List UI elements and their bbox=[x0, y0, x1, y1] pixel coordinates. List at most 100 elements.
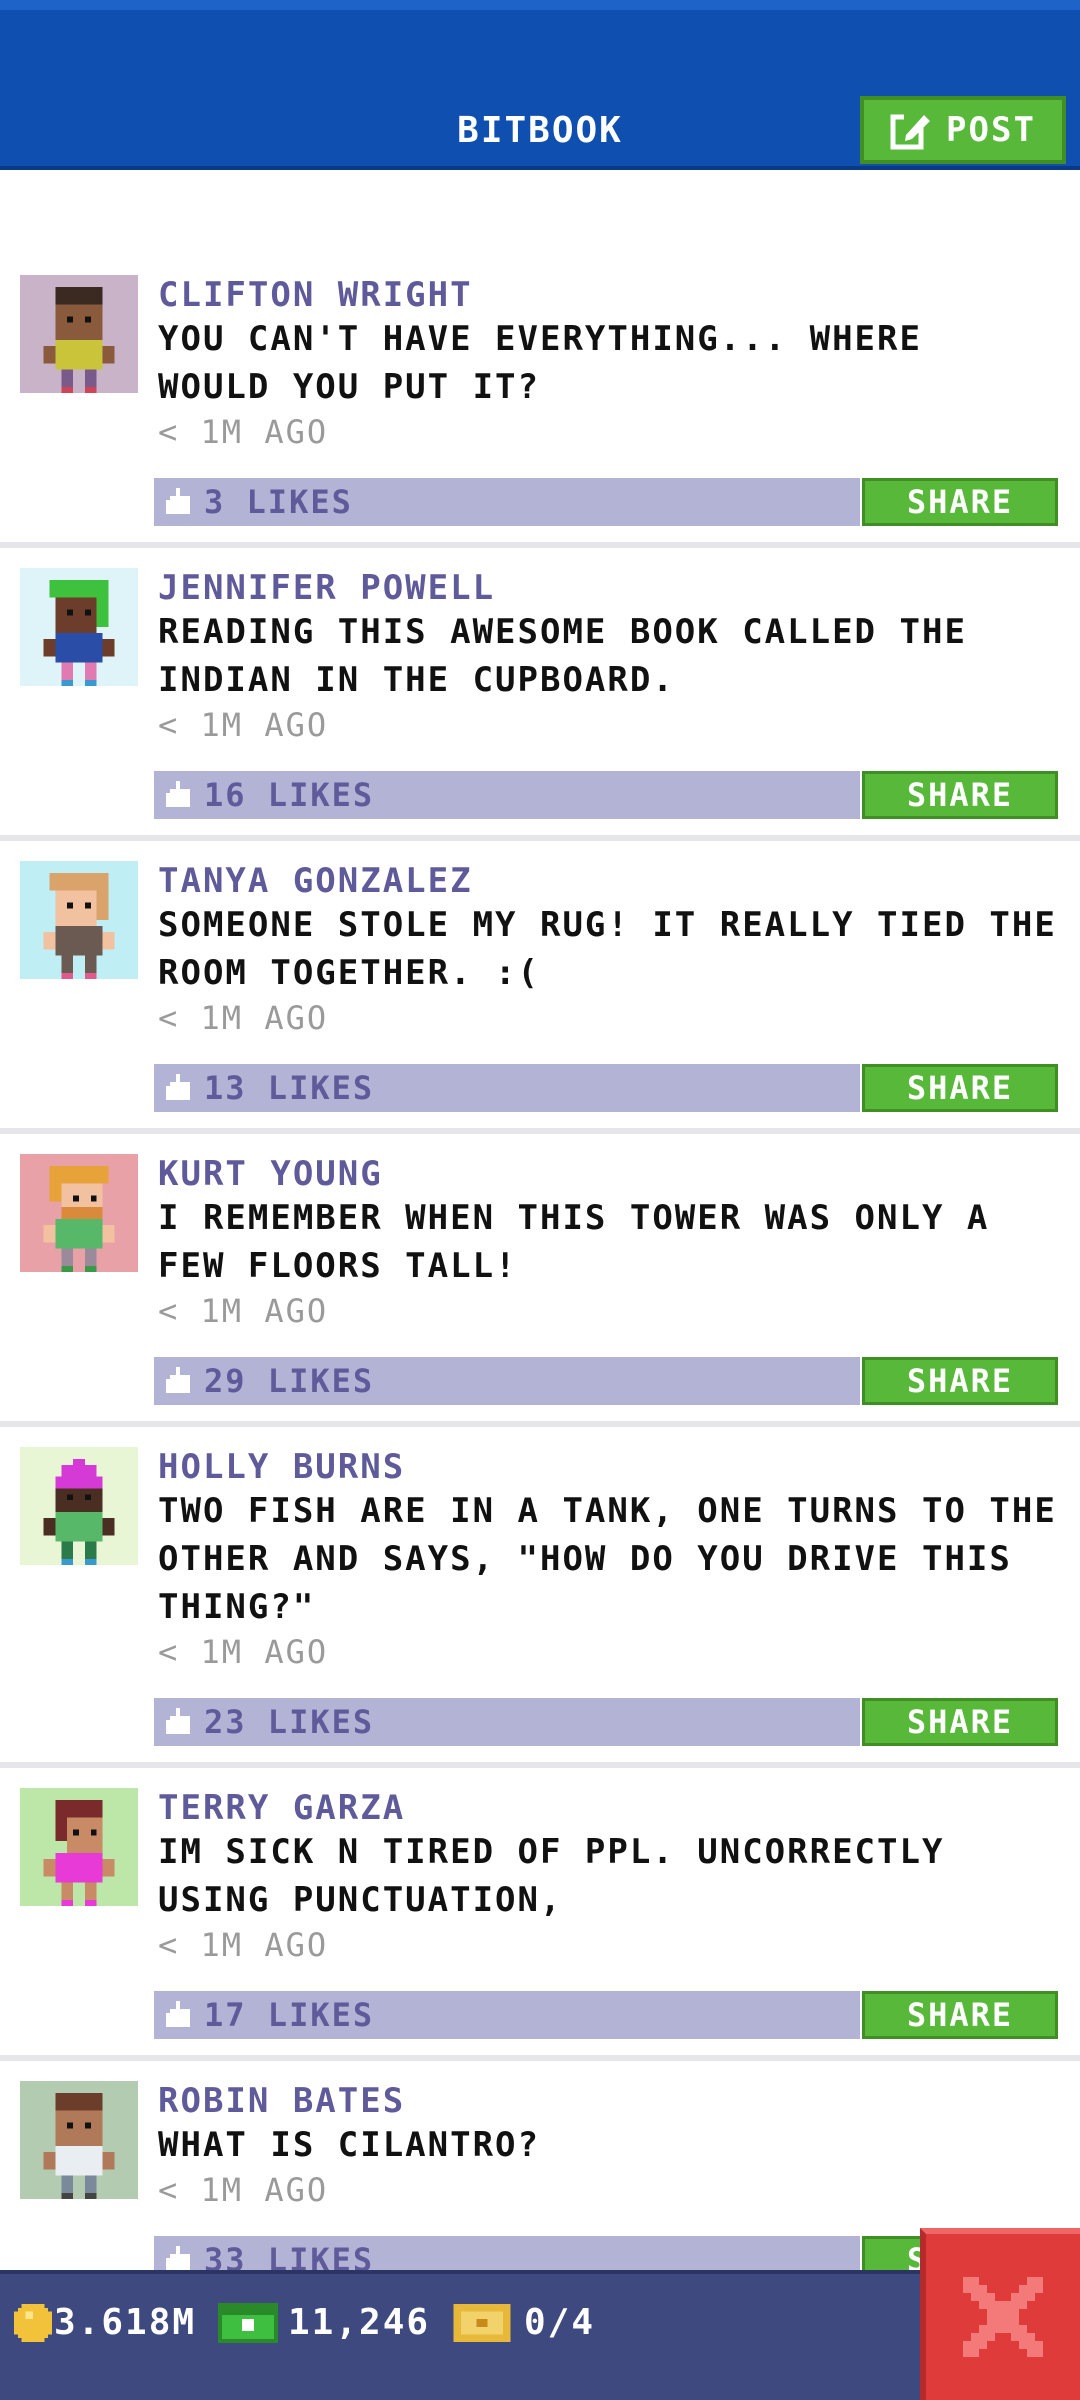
thumbs-up-icon bbox=[166, 781, 190, 807]
feed-list[interactable]: CLIFTON WRIGHT YOU CAN'T HAVE EVERYTHING… bbox=[0, 170, 1080, 2270]
divider bbox=[0, 835, 1080, 841]
post-message-line: OTHER AND SAYS, "HOW DO YOU DRIVE THIS bbox=[158, 1539, 1012, 1579]
close-button[interactable] bbox=[920, 2228, 1080, 2400]
feed-post: JENNIFER POWELL READING THIS AWESOME BOO… bbox=[0, 568, 1080, 858]
post-timestamp: < 1M AGO bbox=[158, 1633, 329, 1671]
tickets-value: 0/4 bbox=[524, 2302, 596, 2343]
thumbs-up-icon bbox=[166, 2246, 190, 2270]
post-message-line: THING?" bbox=[158, 1587, 316, 1627]
tickets-counter[interactable]: 0/4 bbox=[452, 2302, 595, 2343]
feed-post: TERRY GARZA IM SICK N TIRED OF PPL. UNCO… bbox=[0, 1788, 1080, 2078]
bux-value: 11,246 bbox=[288, 2302, 431, 2343]
likes-count: 3 LIKES bbox=[204, 483, 353, 521]
thumbs-up-icon bbox=[166, 2001, 190, 2027]
post-timestamp: < 1M AGO bbox=[158, 1926, 329, 1964]
post-author-name[interactable]: JENNIFER POWELL bbox=[158, 568, 495, 608]
likes-count: 17 LIKES bbox=[204, 1996, 375, 2034]
share-button[interactable]: SHARE bbox=[862, 1357, 1058, 1405]
status-bar: 3.618M 11,246 0/4 bbox=[0, 2270, 1080, 2400]
post-button-label: POST bbox=[946, 110, 1036, 150]
ticket-icon bbox=[453, 2303, 511, 2342]
coin-icon bbox=[14, 2303, 52, 2342]
like-button[interactable]: 13 LIKES bbox=[154, 1064, 860, 1112]
feed-post: KURT YOUNG I REMEMBER WHEN THIS TOWER WA… bbox=[0, 1154, 1080, 1444]
share-button[interactable]: SHARE bbox=[862, 771, 1058, 819]
thumbs-up-icon bbox=[166, 1708, 190, 1734]
post-author-name[interactable]: TERRY GARZA bbox=[158, 1788, 405, 1828]
thumbs-up-icon bbox=[166, 1074, 190, 1100]
divider bbox=[0, 2055, 1080, 2061]
avatar[interactable] bbox=[20, 568, 138, 686]
coins-value: 3.618M bbox=[54, 2302, 197, 2343]
like-button[interactable]: 3 LIKES bbox=[154, 478, 860, 526]
post-message-line: IM SICK N TIRED OF PPL. UNCORRECTLY bbox=[158, 1832, 945, 1872]
post-author-name[interactable]: TANYA GONZALEZ bbox=[158, 861, 473, 901]
like-button[interactable]: 23 LIKES bbox=[154, 1698, 860, 1746]
post-message-line: FEW FLOORS TALL! bbox=[158, 1246, 518, 1286]
pencil-square-icon bbox=[890, 112, 931, 150]
post-message-line: SOMEONE STOLE MY RUG! IT REALLY TIED THE bbox=[158, 905, 1057, 945]
post-message-line: TWO FISH ARE IN A TANK, ONE TURNS TO THE bbox=[158, 1491, 1057, 1531]
avatar[interactable] bbox=[20, 1447, 138, 1565]
avatar-terry-icon bbox=[43, 1800, 115, 1906]
post-message-line: WOULD YOU PUT IT? bbox=[158, 367, 540, 407]
avatar[interactable] bbox=[20, 2081, 138, 2199]
share-button[interactable]: SHARE bbox=[862, 1698, 1058, 1746]
avatar[interactable] bbox=[20, 1788, 138, 1906]
post-message: IM SICK N TIRED OF PPL. UNCORRECTLY USIN… bbox=[158, 1828, 1058, 1924]
bux-cash-icon bbox=[218, 2302, 278, 2343]
share-button[interactable]: SHARE bbox=[862, 478, 1058, 526]
post-timestamp: < 1M AGO bbox=[158, 413, 329, 451]
close-x-icon bbox=[963, 2277, 1043, 2357]
avatar-robin-icon bbox=[43, 2093, 115, 2199]
feed-post: ROBIN BATES WHAT IS CILANTRO? < 1M AGO 3… bbox=[0, 2081, 1080, 2270]
bux-counter[interactable]: 11,246 bbox=[218, 2302, 430, 2343]
avatar-holly-icon bbox=[43, 1459, 115, 1565]
feed-post: HOLLY BURNS TWO FISH ARE IN A TANK, ONE … bbox=[0, 1447, 1080, 1787]
like-button[interactable]: 33 LIKES bbox=[154, 2236, 860, 2270]
post-message-line: USING PUNCTUATION, bbox=[158, 1880, 563, 1920]
post-author-name[interactable]: ROBIN BATES bbox=[158, 2081, 405, 2121]
post-timestamp: < 1M AGO bbox=[158, 706, 329, 744]
likes-count: 13 LIKES bbox=[204, 1069, 375, 1107]
post-message: READING THIS AWESOME BOOK CALLED THE IND… bbox=[158, 608, 1058, 704]
avatar[interactable] bbox=[20, 861, 138, 979]
post-timestamp: < 1M AGO bbox=[158, 1292, 329, 1330]
like-button[interactable]: 16 LIKES bbox=[154, 771, 860, 819]
app-header: BITBOOK POST bbox=[0, 0, 1080, 170]
avatar[interactable] bbox=[20, 1154, 138, 1272]
feed-post: CLIFTON WRIGHT YOU CAN'T HAVE EVERYTHING… bbox=[0, 275, 1080, 565]
divider bbox=[0, 542, 1080, 548]
post-message: TWO FISH ARE IN A TANK, ONE TURNS TO THE… bbox=[158, 1487, 1058, 1631]
post-message: I REMEMBER WHEN THIS TOWER WAS ONLY A FE… bbox=[158, 1194, 1058, 1290]
coins-counter[interactable]: 3.618M bbox=[14, 2302, 196, 2343]
post-message-line: WHAT IS CILANTRO? bbox=[158, 2125, 540, 2165]
post-author-name[interactable]: KURT YOUNG bbox=[158, 1154, 383, 1194]
thumbs-up-icon bbox=[166, 488, 190, 514]
avatar-clifton-icon bbox=[43, 287, 115, 393]
post-message: YOU CAN'T HAVE EVERYTHING... WHERE WOULD… bbox=[158, 315, 1058, 411]
divider bbox=[0, 1128, 1080, 1134]
like-button[interactable]: 29 LIKES bbox=[154, 1357, 860, 1405]
avatar[interactable] bbox=[20, 275, 138, 393]
feed-post: TANYA GONZALEZ SOMEONE STOLE MY RUG! IT … bbox=[0, 861, 1080, 1151]
likes-count: 33 LIKES bbox=[204, 2241, 375, 2270]
post-message-line: I REMEMBER WHEN THIS TOWER WAS ONLY A bbox=[158, 1198, 990, 1238]
post-timestamp: < 1M AGO bbox=[158, 999, 329, 1037]
like-button[interactable]: 17 LIKES bbox=[154, 1991, 860, 2039]
post-author-name[interactable]: CLIFTON WRIGHT bbox=[158, 275, 473, 315]
avatar-tanya-icon bbox=[43, 873, 115, 979]
share-button[interactable]: SHARE bbox=[862, 1064, 1058, 1112]
post-message-line: YOU CAN'T HAVE EVERYTHING... WHERE bbox=[158, 319, 922, 359]
thumbs-up-icon bbox=[166, 1367, 190, 1393]
post-message-line: READING THIS AWESOME BOOK CALLED THE bbox=[158, 612, 967, 652]
share-button[interactable]: SHARE bbox=[862, 1991, 1058, 2039]
likes-count: 16 LIKES bbox=[204, 776, 375, 814]
post-message: WHAT IS CILANTRO? bbox=[158, 2121, 1058, 2169]
post-button[interactable]: POST bbox=[860, 96, 1066, 164]
post-message-line: INDIAN IN THE CUPBOARD. bbox=[158, 660, 675, 700]
avatar-kurt-icon bbox=[43, 1166, 115, 1272]
avatar-jennifer-icon bbox=[43, 580, 115, 686]
post-author-name[interactable]: HOLLY BURNS bbox=[158, 1447, 405, 1487]
divider bbox=[0, 1762, 1080, 1768]
